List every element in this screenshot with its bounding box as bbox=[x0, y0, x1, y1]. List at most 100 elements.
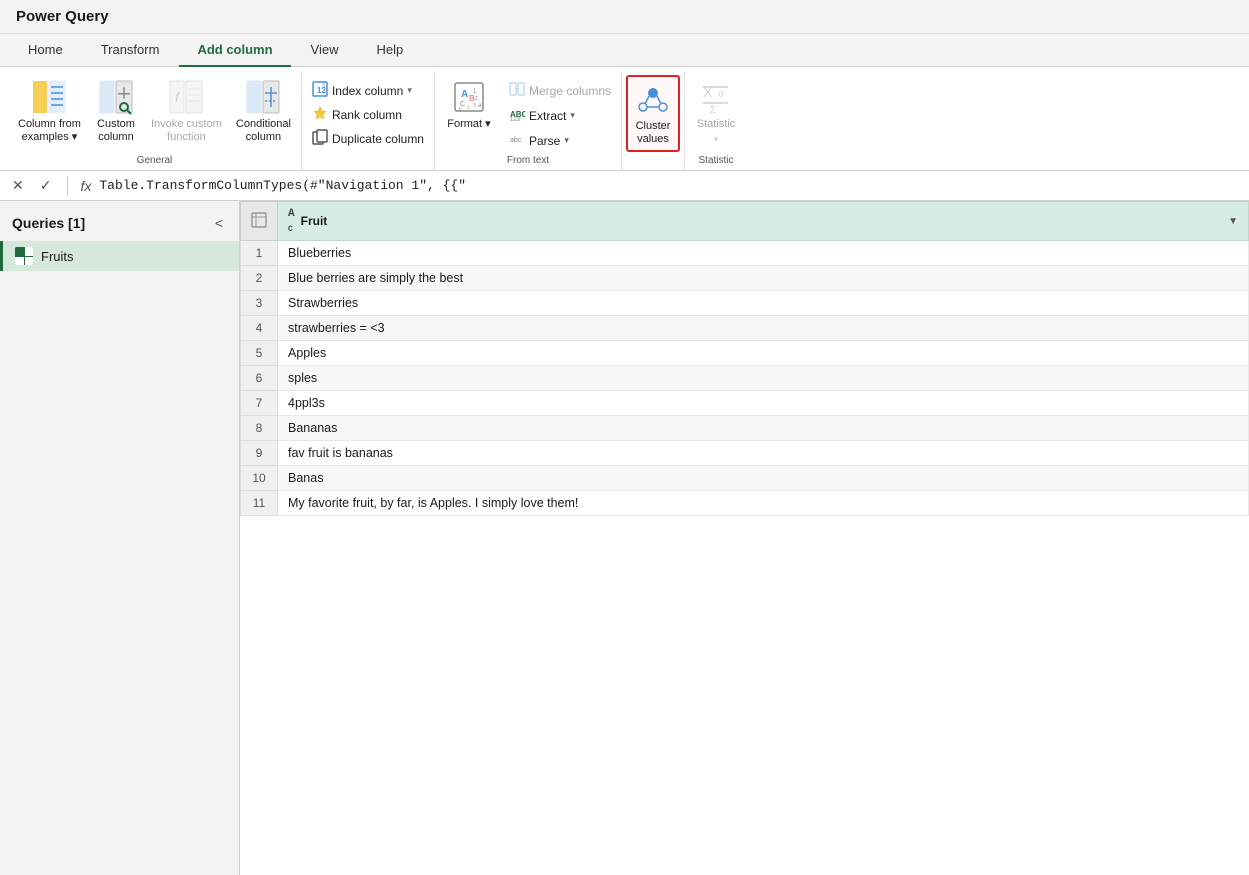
table-row: 1 Blueberries bbox=[241, 241, 1249, 266]
tab-home[interactable]: Home bbox=[10, 34, 81, 67]
grid-header: AC Fruit ▼ bbox=[241, 202, 1249, 241]
svg-text:123: 123 bbox=[510, 117, 521, 122]
ribbon-group-statistic: X σ Σ Statistic ▾ Statistic bbox=[685, 71, 747, 170]
app-title: Power Query bbox=[16, 8, 109, 25]
parse-label: Parse bbox=[529, 134, 560, 148]
column-from-examples-label: Column fromexamples ▾ bbox=[18, 118, 81, 144]
table-row: 7 4ppl3s bbox=[241, 391, 1249, 416]
svg-text:1: 1 bbox=[473, 89, 477, 95]
ribbon-group-from-text: A B C 1 2 3 a b c Format ▾ bbox=[435, 71, 622, 170]
format-button[interactable]: A B C 1 2 3 a b c Format ▾ bbox=[439, 75, 499, 135]
svg-text:a: a bbox=[478, 103, 482, 109]
rank-column-button[interactable]: Rank column bbox=[306, 103, 430, 126]
data-grid[interactable]: AC Fruit ▼ 1 Blueberries 2 Blu bbox=[240, 201, 1249, 875]
table-icon bbox=[15, 247, 33, 265]
table-row: 6 sples bbox=[241, 366, 1249, 391]
cluster-values-label: Clustervalues bbox=[636, 120, 671, 146]
custom-column-button[interactable]: Customcolumn bbox=[89, 75, 143, 148]
table-row: 4 strawberries = <3 bbox=[241, 316, 1249, 341]
svg-text:3: 3 bbox=[322, 83, 325, 89]
main-content: Queries [1] < Fruits bbox=[0, 201, 1249, 875]
table-row: 9 fav fruit is bananas bbox=[241, 441, 1249, 466]
table-row: 5 Apples bbox=[241, 341, 1249, 366]
conditional-column-button[interactable]: Conditionalcolumn bbox=[230, 75, 297, 148]
grid-table: AC Fruit ▼ 1 Blueberries 2 Blu bbox=[240, 201, 1249, 516]
index-group-label bbox=[306, 163, 430, 170]
table-row: 11 My favorite fruit, by far, is Apples.… bbox=[241, 491, 1249, 516]
conditional-column-label: Conditionalcolumn bbox=[236, 118, 291, 144]
statistics-button[interactable]: X σ Σ Statistic ▾ bbox=[689, 75, 743, 149]
extract-button[interactable]: ABC 123 Extract ▾ bbox=[503, 104, 617, 127]
ribbon-group-general: Column fromexamples ▾ Customcolumn bbox=[8, 71, 302, 170]
tab-bar: Home Transform Add column View Help bbox=[0, 34, 1249, 67]
fruit-column-header[interactable]: AC Fruit ▼ bbox=[278, 202, 1249, 241]
rank-column-icon bbox=[312, 105, 328, 124]
tab-view[interactable]: View bbox=[293, 34, 357, 67]
invoke-custom-function-label: Invoke customfunction bbox=[151, 118, 222, 144]
sidebar: Queries [1] < Fruits bbox=[0, 201, 240, 875]
svg-text:σ: σ bbox=[718, 89, 725, 100]
lower-area: ✕ ✓ fx Queries [1] < Fruits bbox=[0, 171, 1249, 875]
sidebar-collapse-button[interactable]: < bbox=[211, 213, 227, 233]
custom-column-label: Customcolumn bbox=[97, 118, 135, 144]
sidebar-item-fruits[interactable]: Fruits bbox=[0, 241, 239, 271]
duplicate-column-icon bbox=[312, 129, 328, 148]
column-from-examples-button[interactable]: Column fromexamples ▾ bbox=[12, 75, 87, 148]
tab-add-column[interactable]: Add column bbox=[179, 34, 290, 67]
custom-column-icon bbox=[98, 79, 134, 115]
cluster-group-label bbox=[626, 163, 680, 170]
duplicate-column-button[interactable]: Duplicate column bbox=[306, 127, 430, 150]
grid-body: 1 Blueberries 2 Blue berries are simply … bbox=[241, 241, 1249, 516]
sidebar-title: Queries [1] bbox=[12, 215, 85, 231]
svg-text:3: 3 bbox=[473, 103, 476, 109]
format-icon: A B C 1 2 3 a b c bbox=[451, 79, 487, 115]
svg-text:b: b bbox=[459, 107, 462, 113]
parse-button[interactable]: abc Parse ▾ bbox=[503, 129, 617, 152]
from-text-group-label: From text bbox=[439, 152, 617, 170]
svg-text:Σ: Σ bbox=[710, 105, 716, 115]
formula-input[interactable] bbox=[99, 178, 1241, 193]
svg-text:abc: abc bbox=[510, 137, 522, 144]
ribbon: Column fromexamples ▾ Customcolumn bbox=[0, 67, 1249, 171]
row-num-header bbox=[241, 202, 278, 241]
table-row: 2 Blue berries are simply the best bbox=[241, 266, 1249, 291]
statistics-label: Statistic bbox=[697, 118, 736, 131]
tab-transform[interactable]: Transform bbox=[83, 34, 178, 67]
extract-label: Extract bbox=[529, 109, 566, 123]
index-column-label: Index column bbox=[332, 84, 403, 98]
tab-help[interactable]: Help bbox=[359, 34, 422, 67]
ribbon-group-cluster: Clustervalues bbox=[622, 71, 685, 170]
duplicate-column-label: Duplicate column bbox=[332, 132, 424, 146]
index-column-button[interactable]: 12 3 Index column ▾ bbox=[306, 79, 430, 102]
merge-columns-icon bbox=[509, 81, 525, 100]
statistics-icon: X σ Σ bbox=[698, 79, 734, 115]
rank-column-label: Rank column bbox=[332, 108, 402, 122]
general-group-label: General bbox=[12, 152, 297, 170]
cluster-values-icon bbox=[635, 81, 671, 117]
parse-icon: abc bbox=[509, 131, 525, 150]
index-column-icon: 12 3 bbox=[312, 81, 328, 100]
formula-bar: ✕ ✓ fx bbox=[0, 171, 1249, 201]
cluster-values-button[interactable]: Clustervalues bbox=[626, 75, 680, 152]
svg-text:A: A bbox=[461, 89, 468, 100]
invoke-custom-function-icon: f bbox=[168, 79, 204, 115]
svg-text:c: c bbox=[467, 105, 470, 111]
ribbon-group-index: 12 3 Index column ▾ Rank column bbox=[302, 71, 435, 170]
invoke-custom-function-button[interactable]: f Invoke customfunction bbox=[145, 75, 228, 148]
title-bar: Power Query bbox=[0, 0, 1249, 34]
column-from-examples-icon bbox=[31, 79, 67, 115]
fx-label: fx bbox=[80, 178, 91, 194]
formula-cancel-button[interactable]: ✕ bbox=[8, 175, 28, 196]
merge-columns-button[interactable]: Merge columns bbox=[503, 79, 617, 102]
table-row: 8 Bananas bbox=[241, 416, 1249, 441]
conditional-column-icon bbox=[245, 79, 281, 115]
table-row: 3 Strawberries bbox=[241, 291, 1249, 316]
sidebar-header: Queries [1] < bbox=[0, 201, 239, 241]
sidebar-item-fruits-label: Fruits bbox=[41, 249, 74, 264]
fruit-column-dropdown[interactable]: ▼ bbox=[1228, 216, 1238, 227]
statistic-group-label: Statistic bbox=[689, 152, 743, 170]
formula-confirm-button[interactable]: ✓ bbox=[36, 175, 56, 196]
fruit-column-label: Fruit bbox=[301, 214, 328, 228]
extract-icon: ABC 123 bbox=[509, 106, 525, 125]
svg-text:2: 2 bbox=[475, 96, 478, 102]
